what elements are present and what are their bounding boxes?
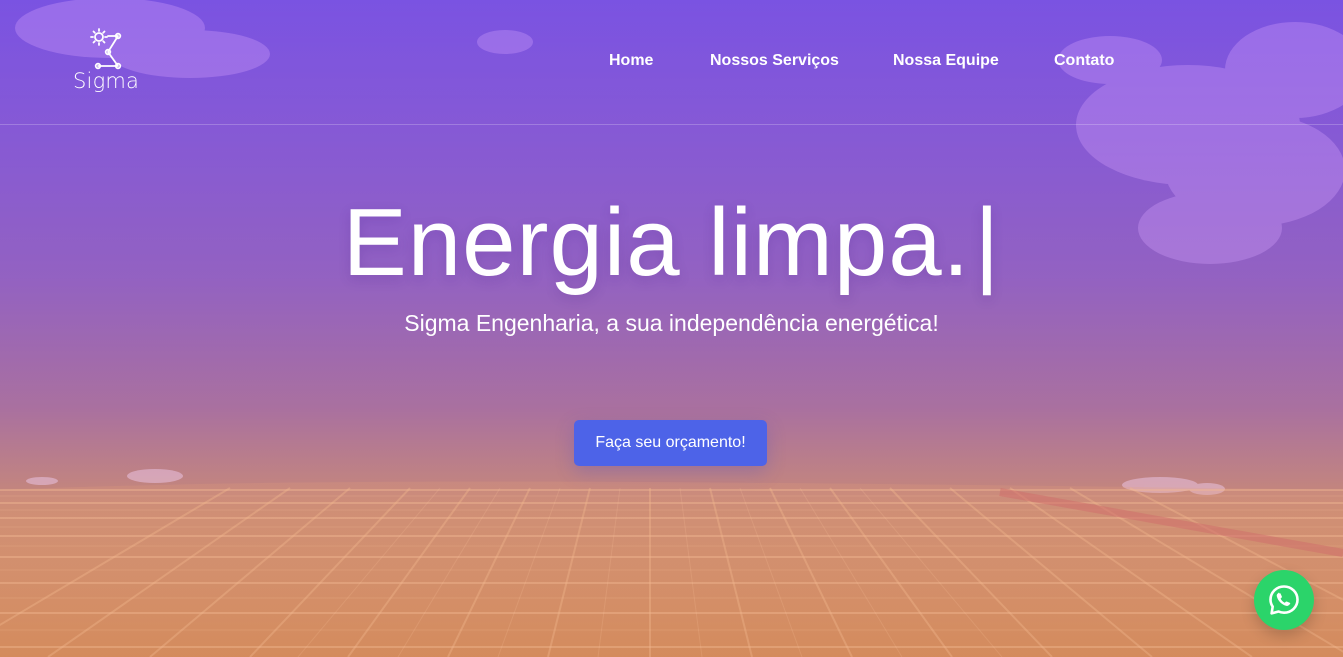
nav-nossos-servicos[interactable]: Nossos Serviços	[710, 52, 839, 70]
quote-button[interactable]: Faça seu orçamento!	[574, 420, 767, 466]
whatsapp-button[interactable]	[1254, 570, 1314, 630]
typing-caret: |	[974, 189, 1001, 296]
hero-section: Sigma Home Nossos Serviços Nossa Equipe …	[0, 0, 1343, 657]
headline-text: Energia limpa.	[342, 189, 971, 296]
main-navigation: Home Nossos Serviços Nossa Equipe Contat…	[0, 52, 1343, 76]
whatsapp-icon	[1269, 585, 1299, 615]
top-navigation-bar: Sigma Home Nossos Serviços Nossa Equipe …	[0, 0, 1343, 125]
nav-contato[interactable]: Contato	[1054, 52, 1114, 70]
hero-subtitle: Sigma Engenharia, a sua independência en…	[404, 310, 939, 336]
nav-nossa-equipe[interactable]: Nossa Equipe	[893, 52, 999, 70]
nav-home[interactable]: Home	[609, 52, 653, 70]
hero-headline: Energia limpa.|	[0, 188, 1343, 298]
